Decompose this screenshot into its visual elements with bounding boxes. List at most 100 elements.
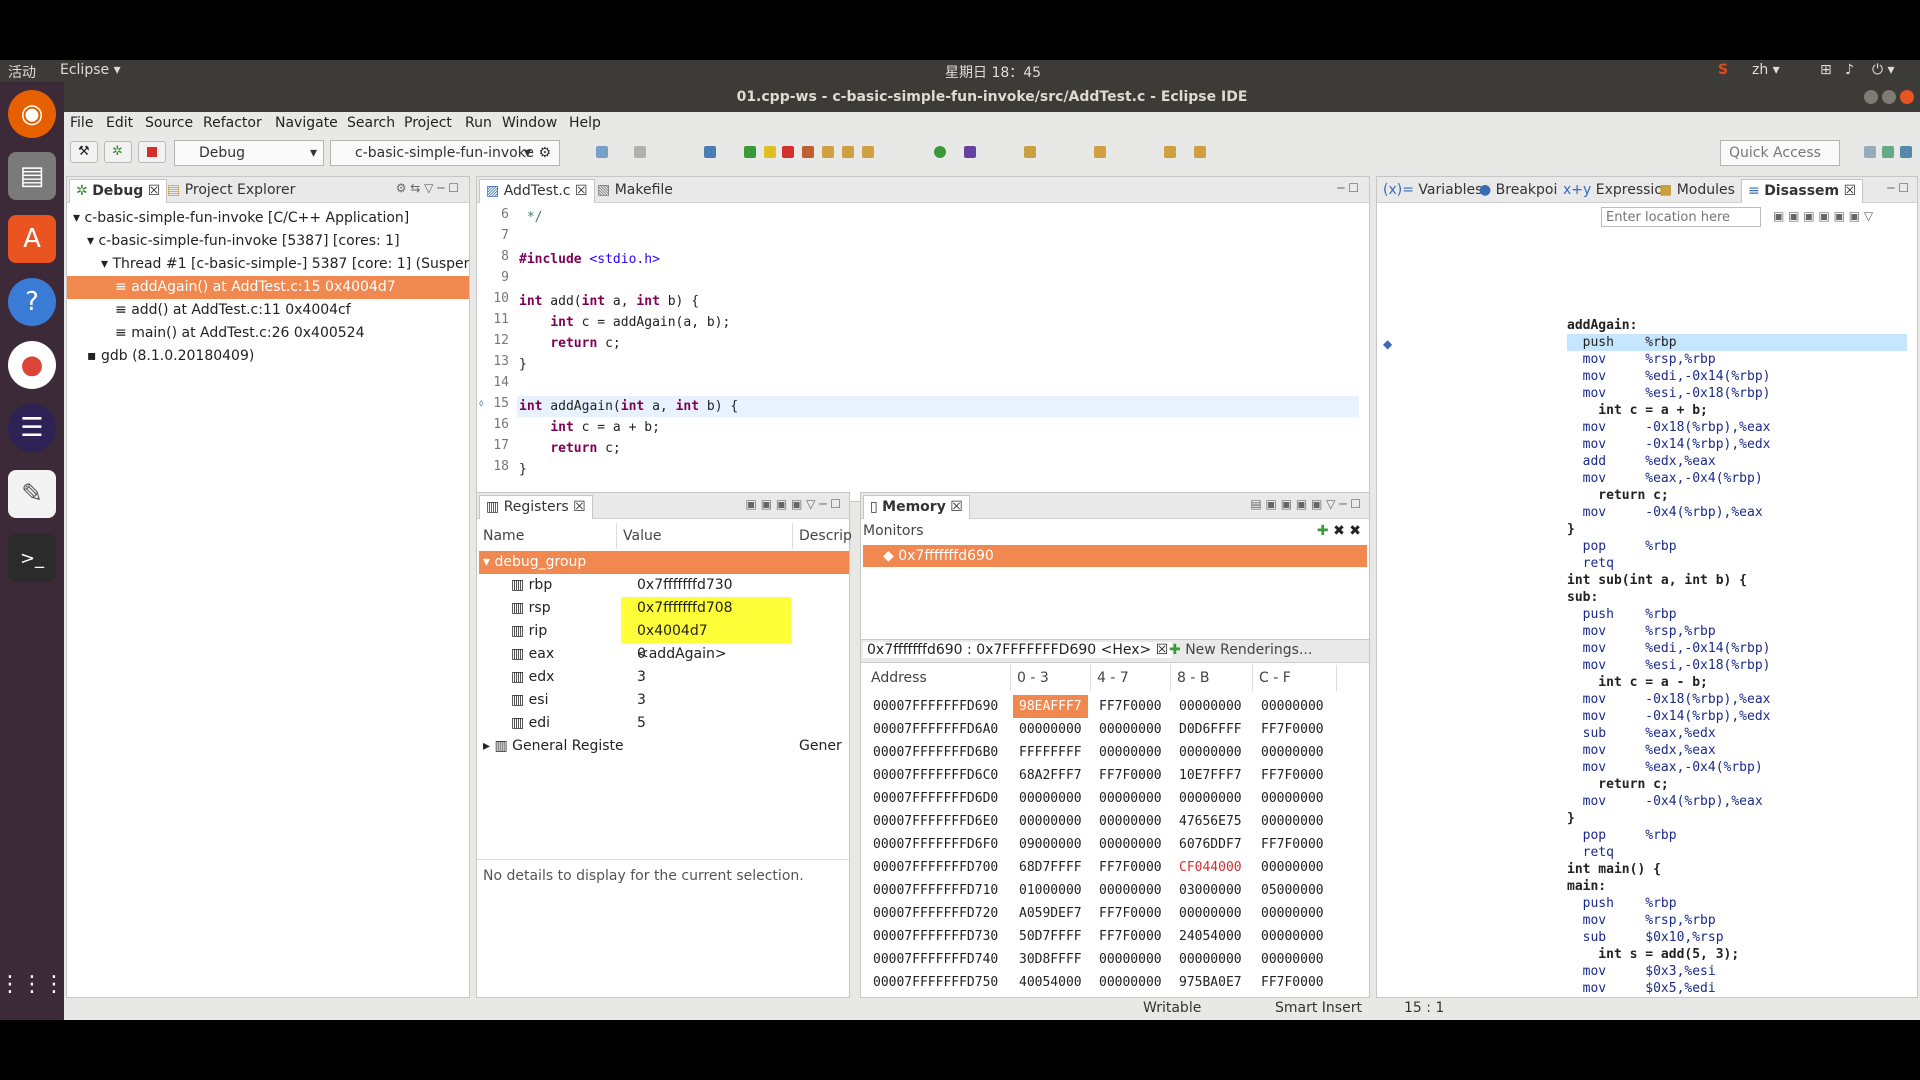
memory-cell[interactable]: 09000000 [1019,833,1082,856]
register-value[interactable]: 0 [621,643,791,666]
remove-monitor-icon[interactable]: ✖ [1333,523,1345,539]
memory-column-header[interactable]: 0 - 3 [1011,665,1091,691]
external-tools-icon[interactable] [964,146,976,158]
register-column-header[interactable]: Value [617,523,793,549]
location-input[interactable] [1601,207,1761,227]
memory-column-header[interactable]: Address [865,665,1011,691]
minimize-icon[interactable] [1864,90,1878,104]
close-icon[interactable]: ☒ [1844,183,1857,199]
tab-debug[interactable]: ✲ Debug ☒ [69,179,168,203]
memory-cell[interactable]: 00000000 [1099,879,1162,902]
cpp-perspective-icon[interactable] [1882,146,1894,158]
register-name[interactable]: ▥ rsp [511,597,551,620]
register-value[interactable]: 3 [621,689,791,712]
new-icon[interactable] [596,146,608,158]
activities-button[interactable]: 活动 [8,62,36,82]
debug-tree-item[interactable]: ≡ addAgain() at AddTest.c:15 0x4004d7 [67,276,469,299]
memory-cell[interactable]: 00000000 [1261,787,1324,810]
menu-run[interactable]: Run [465,115,492,131]
resume-icon[interactable] [744,146,756,158]
memory-cell[interactable]: 00000000 [1099,741,1162,764]
memory-cell[interactable]: 00000000 [1261,695,1324,718]
close-icon[interactable]: ☒ [1156,642,1169,658]
memory-cell[interactable]: 00000000 [1099,810,1162,833]
register-value[interactable]: 5 [621,712,791,735]
memory-cell[interactable]: 00000000 [1019,787,1082,810]
volume-icon[interactable]: ♪ [1845,62,1854,78]
memory-cell[interactable]: 6076DDF7 [1179,833,1242,856]
run-icon[interactable] [934,146,946,158]
view-toolbar[interactable]: ⚙ ⇆ ▽ ─ ☐ [396,181,459,195]
memory-cell[interactable]: 00000000 [1019,810,1082,833]
register-name[interactable]: ▥ esi [511,689,548,712]
memory-cell[interactable]: 24054000 [1179,925,1242,948]
memory-cell[interactable]: 00000000 [1261,741,1324,764]
memory-cell[interactable]: 47656E75 [1179,810,1242,833]
build-button[interactable]: ⚒ [70,141,98,163]
tab-variables[interactable]: (x)= Variables [1377,179,1488,203]
memory-cell[interactable]: 00000000 [1261,856,1324,879]
memory-cell[interactable]: 00000000 [1261,925,1324,948]
memory-cell[interactable]: CF044000 [1179,856,1242,879]
terminate-button[interactable] [138,141,166,163]
memory-cell[interactable]: FF7F0000 [1261,833,1324,856]
step-over-icon[interactable] [842,146,854,158]
memory-cell[interactable]: 00000000 [1179,741,1242,764]
register-column-header[interactable]: Name [477,523,617,549]
memory-cell[interactable]: 30D8FFFF [1019,948,1082,971]
memory-cell[interactable]: 40054000 [1019,971,1082,994]
memory-cell[interactable]: 68D7FFFF [1019,856,1082,879]
register-name[interactable]: ▥ edi [511,712,550,735]
memory-cell[interactable]: 68A2FFF7 [1019,764,1082,787]
tab-new-renderings[interactable]: ✚ New Renderings... [1169,642,1312,658]
tab-makefile[interactable]: ▧ Makefile [591,179,679,203]
register-value[interactable]: 0x7fffffffd708 [621,597,791,620]
save-icon[interactable] [634,146,646,158]
open-perspective-icon[interactable] [1864,146,1876,158]
debug-tree-item[interactable]: ▾ c-basic-simple-fun-invoke [C/C++ Appli… [67,207,469,230]
memory-column-header[interactable]: 4 - 7 [1091,665,1171,691]
memory-cell[interactable]: FF7F0000 [1099,856,1162,879]
open-type-icon[interactable] [1024,146,1036,158]
chrome-icon[interactable]: ● [8,341,56,389]
tab-hex-rendering[interactable]: 0x7fffffffd690 : 0x7FFFFFFFD690 <Hex> ☒ [863,642,1173,658]
general-registers-row[interactable]: ▸ ▥ General Registe [483,735,624,758]
memory-cell[interactable]: 975BA0E7 [1179,971,1242,994]
menu-edit[interactable]: Edit [106,115,133,131]
language-indicator[interactable]: zh ▾ [1752,62,1780,78]
register-name[interactable]: ▥ rip [511,620,547,643]
memory-cell[interactable]: 00000000 [1099,833,1162,856]
memory-cell[interactable]: FF7F0000 [1099,902,1162,925]
memory-cell[interactable]: 00000000 [1019,718,1082,741]
network-icon[interactable]: ⊞ [1820,62,1832,78]
memory-toolbar[interactable]: ▤ ▣ ▣ ▣ ▣ ▽ ─ ☐ [1250,497,1361,511]
debug-perspective-icon[interactable] [1900,146,1912,158]
memory-cell[interactable]: 00000000 [1099,971,1162,994]
debug-tree-item[interactable]: ▪ gdb (8.1.0.20180409) [67,345,469,368]
menu-source[interactable]: Source [145,115,193,131]
register-value[interactable]: 0x4004d7 <addAgain> [621,620,791,662]
memory-cell[interactable]: 98EAFFF7 [1013,695,1088,718]
memory-cell[interactable]: FF7F0000 [1261,971,1324,994]
text-editor-icon[interactable]: ✎ [8,470,56,518]
tab-memory[interactable]: ▯ Memory ☒ [863,495,970,519]
memory-cell[interactable]: 00000000 [1179,902,1242,925]
memory-cell[interactable]: A059DEF7 [1019,902,1082,925]
monitor-item[interactable]: ◆ 0x7fffffffd690 [863,545,1367,567]
tab-disassembly[interactable]: ≡ Disassem ☒ [1741,179,1864,203]
memory-cell[interactable]: 00000000 [1179,695,1242,718]
terminate-icon[interactable] [782,146,794,158]
tab-registers[interactable]: ▥ Registers ☒ [479,495,593,519]
clock[interactable]: 星期日 18：45 [945,62,1041,82]
memory-cell[interactable]: 50D7FFFF [1019,925,1082,948]
memory-cell[interactable]: FF7F0000 [1099,925,1162,948]
register-name[interactable]: ▥ eax [511,643,554,666]
close-icon[interactable] [1900,90,1914,104]
memory-cell[interactable]: FF7F0000 [1261,718,1324,741]
menu-project[interactable]: Project [404,115,452,131]
memory-cell[interactable]: 00000000 [1179,787,1242,810]
step-into-icon[interactable] [822,146,834,158]
menu-help[interactable]: Help [569,115,601,131]
menu-navigate[interactable]: Navigate [275,115,338,131]
memory-cell[interactable]: 00000000 [1261,948,1324,971]
